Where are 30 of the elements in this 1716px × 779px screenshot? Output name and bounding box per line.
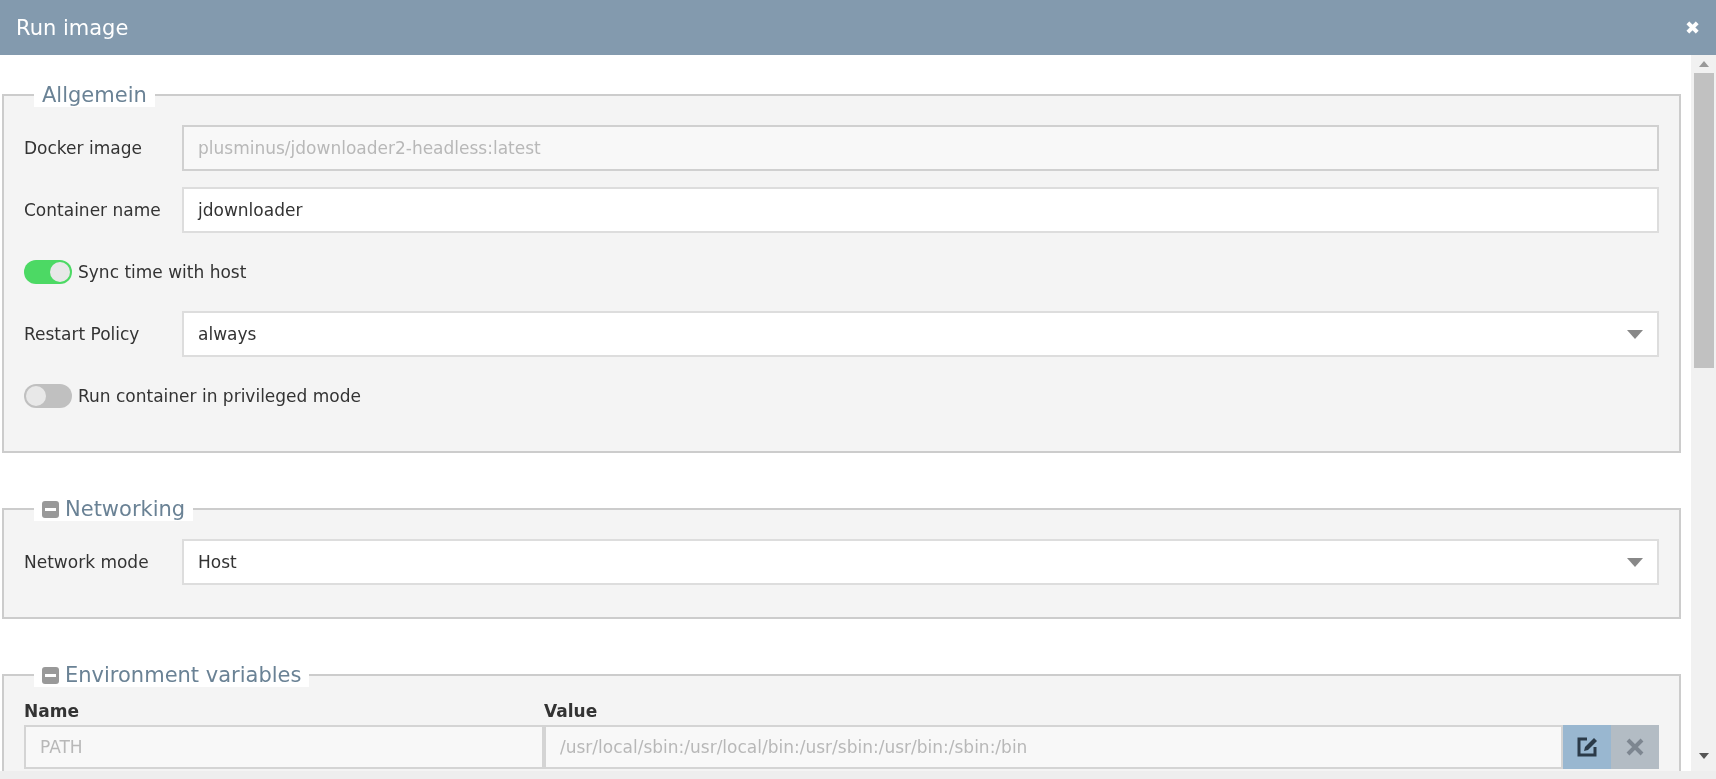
scroll-up-icon[interactable] [1698, 61, 1709, 67]
column-header: Name [24, 701, 80, 721]
field-label: Container name [24, 200, 162, 220]
edit-button[interactable] [1563, 725, 1611, 769]
collapse-icon[interactable] [42, 666, 59, 684]
field-label: Restart Policy [24, 324, 141, 344]
horizontal-scrollbar[interactable] [0, 771, 1716, 779]
window-title: Run image [16, 15, 129, 40]
edit-icon [1576, 736, 1598, 758]
close-icon [1625, 737, 1645, 757]
dropdown-caret-icon [1627, 557, 1643, 567]
scrollbar-thumb[interactable] [1693, 73, 1714, 368]
dropdown-caret-icon [1627, 329, 1643, 339]
field-label: Docker image [24, 138, 143, 158]
scroll-down-icon[interactable] [1698, 753, 1709, 759]
collapse-icon[interactable] [42, 500, 59, 518]
toggle-label: Run container in privileged mode [78, 386, 361, 406]
select-field[interactable]: Host [182, 539, 1659, 585]
scrollbar[interactable] [1691, 55, 1716, 771]
section-title: Allgemein [42, 83, 147, 107]
toggle-switch[interactable] [24, 384, 72, 408]
input-field[interactable]: jdownloader [182, 187, 1659, 233]
section-title: Networking [65, 497, 186, 521]
column-header: Value [544, 701, 599, 721]
section-title: Environment variables [65, 663, 302, 687]
toggle-label: Sync time with host [78, 262, 247, 282]
close-button[interactable]: ✖ [1685, 16, 1700, 39]
toggle-switch[interactable] [24, 260, 72, 284]
field-label: Network mode [24, 552, 150, 572]
select-field[interactable]: always [182, 311, 1659, 357]
